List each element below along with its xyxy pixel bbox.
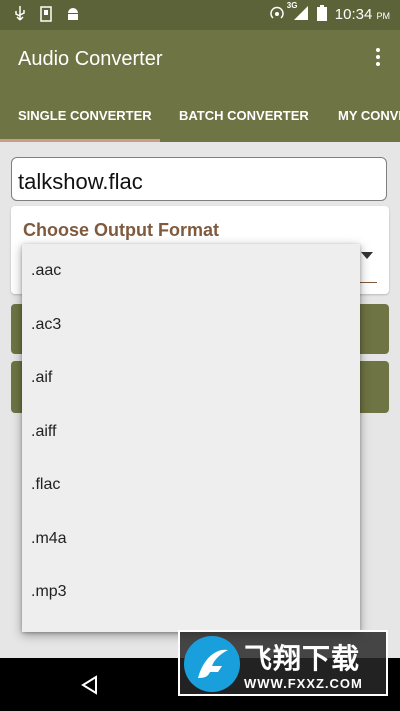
watermark: 飞翔下载 WWW.FXXZ.COM [178, 630, 388, 696]
watermark-cn-text: 飞翔下载 [244, 643, 361, 674]
format-option-aif[interactable]: .aif [22, 351, 360, 405]
format-option-aiff[interactable]: .aiff [22, 405, 360, 459]
battery-icon [316, 5, 327, 24]
back-icon[interactable] [80, 675, 98, 700]
app-bar: Audio Converter [0, 30, 400, 90]
tab-batch-converter[interactable]: BATCH CONVERTER [179, 108, 309, 123]
format-option-m4a[interactable]: .m4a [22, 512, 360, 566]
status-bar: 3G 10:34 PM [0, 0, 400, 30]
sd-card-icon [40, 6, 52, 27]
tab-my-conversions[interactable]: MY CONVE [338, 108, 400, 123]
tab-single-converter[interactable]: SINGLE CONVERTER [18, 108, 152, 123]
android-debug-icon [66, 6, 80, 27]
clock-ampm: PM [376, 11, 391, 21]
dropdown-arrow-icon[interactable] [361, 252, 373, 259]
usb-icon [14, 6, 26, 27]
watermark-en-text: WWW.FXXZ.COM [244, 676, 363, 691]
format-option-aac[interactable]: .aac [22, 244, 360, 298]
format-option-mp3[interactable]: .mp3 [22, 565, 360, 619]
format-option-flac[interactable]: .flac [22, 458, 360, 512]
overflow-menu-icon[interactable] [374, 48, 382, 70]
network-type: 3G [286, 1, 298, 10]
format-option-ac3[interactable]: .ac3 [22, 298, 360, 352]
clock-time: 10:34 [334, 6, 373, 23]
clock: 10:34 PM [335, 6, 390, 23]
hotspot-icon [269, 5, 285, 24]
app-title: Audio Converter [18, 48, 163, 70]
format-dropdown-menu: .aac .ac3 .aif .aiff .flac .m4a .mp3 [22, 244, 360, 632]
tab-bar: SINGLE CONVERTER BATCH CONVERTER MY CONV… [0, 90, 400, 142]
signal-3g-icon: 3G [287, 1, 309, 24]
watermark-logo [184, 636, 240, 692]
file-name-field[interactable]: talkshow.flac [11, 157, 387, 201]
output-format-label: Choose Output Format [23, 220, 219, 240]
